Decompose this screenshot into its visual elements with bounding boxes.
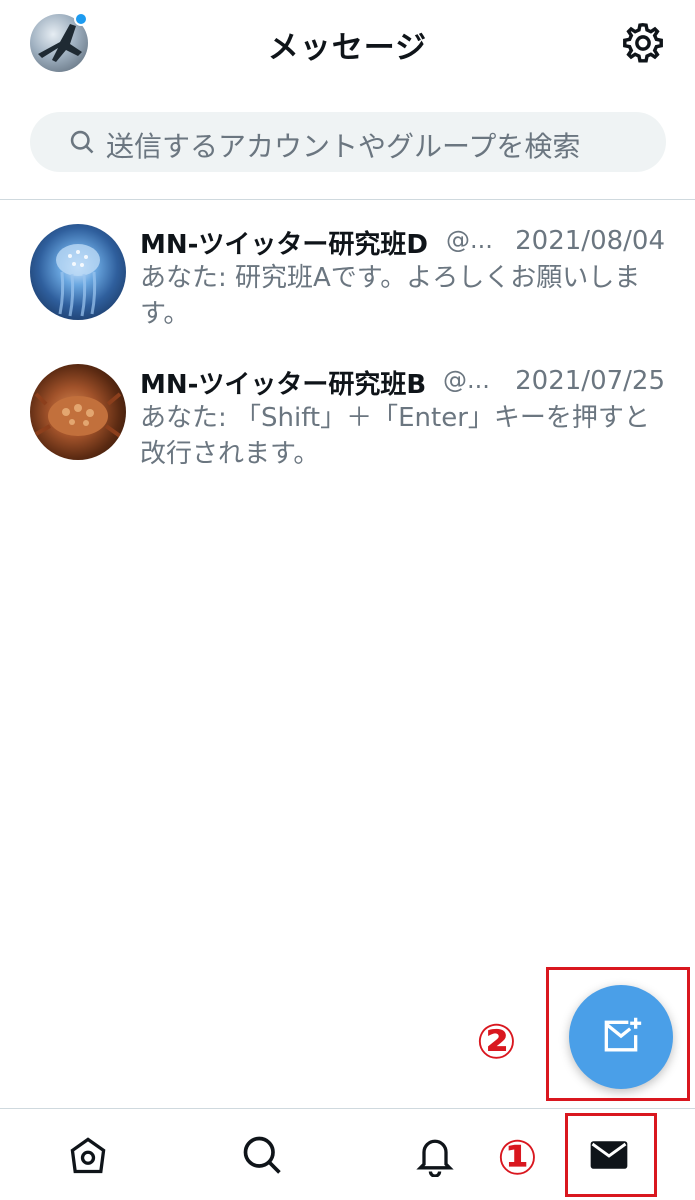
conversation-item[interactable]: MN-ツイッター研究班B @... 2021/07/25 あなた: 「Shift… xyxy=(0,364,695,504)
annotation-number-1: ① xyxy=(497,1130,538,1186)
conversation-name: MN-ツイッター研究班B xyxy=(140,370,427,400)
conversation-date: 2021/08/04 xyxy=(515,226,665,256)
conversation-date: 2021/07/25 xyxy=(515,366,665,396)
annotation-number-2: ② xyxy=(476,1014,517,1070)
search-input[interactable]: 送信するアカウントやグループを検索 xyxy=(30,112,666,172)
avatar xyxy=(30,224,126,320)
annotation-box-messages-tab xyxy=(565,1113,657,1197)
conversation-handle: @... xyxy=(443,366,490,394)
divider xyxy=(0,199,695,200)
compose-message-button[interactable] xyxy=(569,985,673,1089)
search-icon[interactable] xyxy=(240,1133,284,1177)
gear-icon[interactable] xyxy=(620,20,666,66)
home-icon[interactable] xyxy=(66,1133,110,1177)
search-icon xyxy=(68,128,96,156)
new-message-icon xyxy=(604,1017,642,1052)
header: メッセージ xyxy=(0,0,695,86)
page-title: メッセージ xyxy=(267,30,428,66)
conversation-preview: あなた: 研究班Aです。よろしくお願いします。 xyxy=(140,263,641,329)
conversation-preview: あなた: 「Shift」＋「Enter」キーを押すと改行されます。 xyxy=(140,403,650,469)
conversation-name: MN-ツイッター研究班D xyxy=(140,230,429,260)
conversation-item[interactable]: MN-ツイッター研究班D @... 2021/08/04 あなた: 研究班Aです… xyxy=(0,224,695,364)
avatar xyxy=(30,364,126,460)
bell-icon[interactable] xyxy=(413,1133,457,1178)
conversation-handle: @... xyxy=(446,226,493,254)
search-placeholder: 送信するアカウントやグループを検索 xyxy=(106,130,581,163)
